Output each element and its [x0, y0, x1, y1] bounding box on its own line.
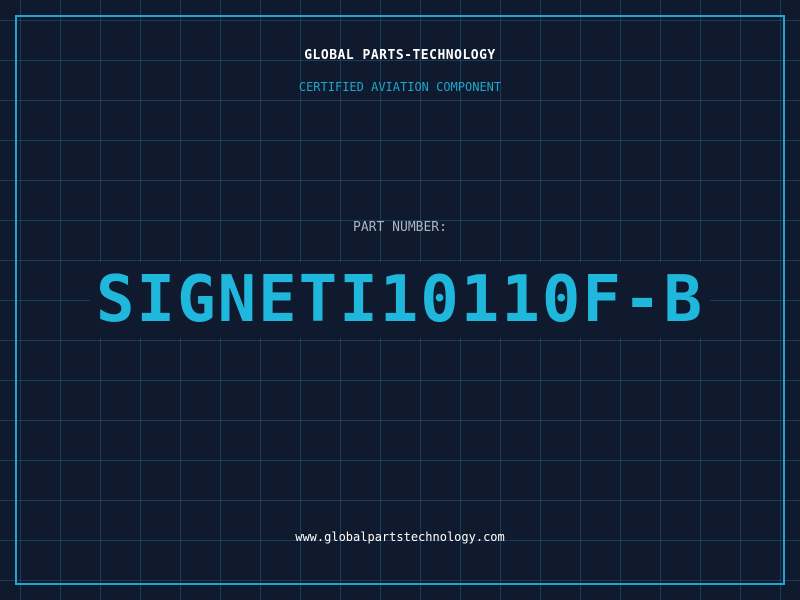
company-name: GLOBAL PARTS-TECHNOLOGY [304, 48, 496, 63]
part-number-container: SIGNETI10110F-B [0, 262, 800, 338]
part-number-label: PART NUMBER: [353, 220, 447, 235]
website-url: www.globalpartstechnology.com [295, 530, 505, 544]
certification-subtitle: CERTIFIED AVIATION COMPONENT [298, 80, 502, 94]
label-card: GLOBAL PARTS-TECHNOLOGY CERTIFIED AVIATI… [0, 0, 800, 600]
part-number-value: SIGNETI10110F-B [90, 262, 710, 338]
